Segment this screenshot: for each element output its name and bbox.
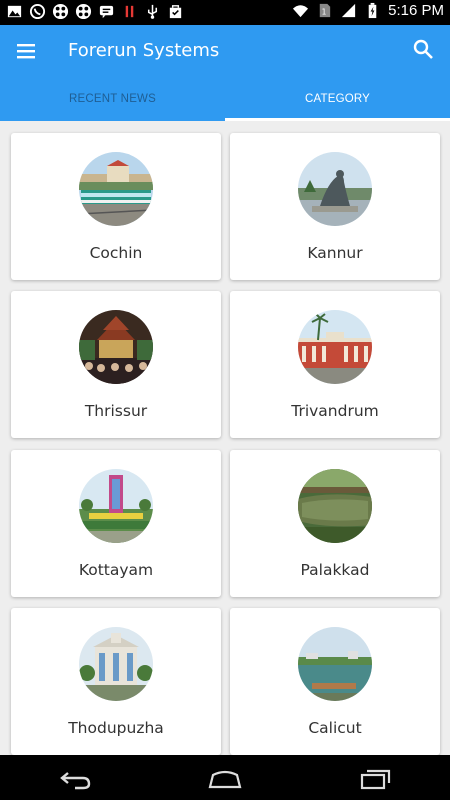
back-icon[interactable] [55,763,95,793]
category-label: Palakkad [300,561,370,579]
lake-photo [298,627,372,701]
tab-recent-news[interactable]: RECENT NEWS [0,79,225,121]
category-card-kannur[interactable]: Kannur [230,133,440,280]
category-label: Cochin [89,244,143,262]
usb-icon [147,4,158,19]
category-card-cochin[interactable]: Cochin [11,133,221,280]
category-label: Kottayam [78,561,154,579]
app-title: Forerun Systems [68,40,220,61]
wifi-icon [293,5,309,18]
government-building-photo [298,310,372,384]
monument-garden-photo [79,469,153,543]
whatsapp-icon [29,3,46,20]
category-card-calicut[interactable]: Calicut [230,608,440,755]
status-bar: 1 5:16 PM [0,0,450,25]
category-card-kottayam[interactable]: Kottayam [11,450,221,597]
fort-moat-photo [298,469,372,543]
home-icon[interactable] [205,763,245,793]
train-photo [79,152,153,226]
category-grid: Cochin Kannur Thrissur Trivandrum Kottay… [0,121,450,755]
category-card-trivandrum[interactable]: Trivandrum [230,291,440,438]
search-icon[interactable] [412,38,434,60]
recent-apps-icon[interactable] [356,763,396,793]
bag-icon [169,5,182,19]
category-label: Calicut [308,719,362,737]
category-label: Kannur [307,244,363,262]
category-card-thodupuzha[interactable]: Thodupuzha [11,608,221,755]
category-label: Thrissur [84,402,148,420]
system-indicators: 1 5:16 PM [292,2,444,19]
statue-photo [298,152,372,226]
navigation-bar [0,755,450,800]
clock: 5:16 PM [388,2,444,19]
game-icon [75,3,92,20]
temple-festival-photo [79,310,153,384]
app-bar: Forerun Systems RECENT NEWS CATEGORY [0,25,450,121]
pause-icon [125,5,134,18]
signal-icon [342,3,356,18]
category-card-palakkad[interactable]: Palakkad [230,450,440,597]
message-icon [99,5,114,19]
tab-bar: RECENT NEWS CATEGORY [0,79,450,121]
category-label: Trivandrum [291,402,379,420]
category-card-thrissur[interactable]: Thrissur [11,291,221,438]
notification-icons [6,3,184,20]
image-icon [7,5,22,18]
game-icon [52,3,69,20]
menu-icon[interactable] [14,39,40,65]
category-label: Thodupuzha [68,719,164,737]
church-building-photo [79,627,153,701]
battery-icon [368,2,377,19]
tab-category[interactable]: CATEGORY [225,79,450,121]
svg-text:1: 1 [322,7,327,16]
sim-icon: 1 [319,3,331,18]
